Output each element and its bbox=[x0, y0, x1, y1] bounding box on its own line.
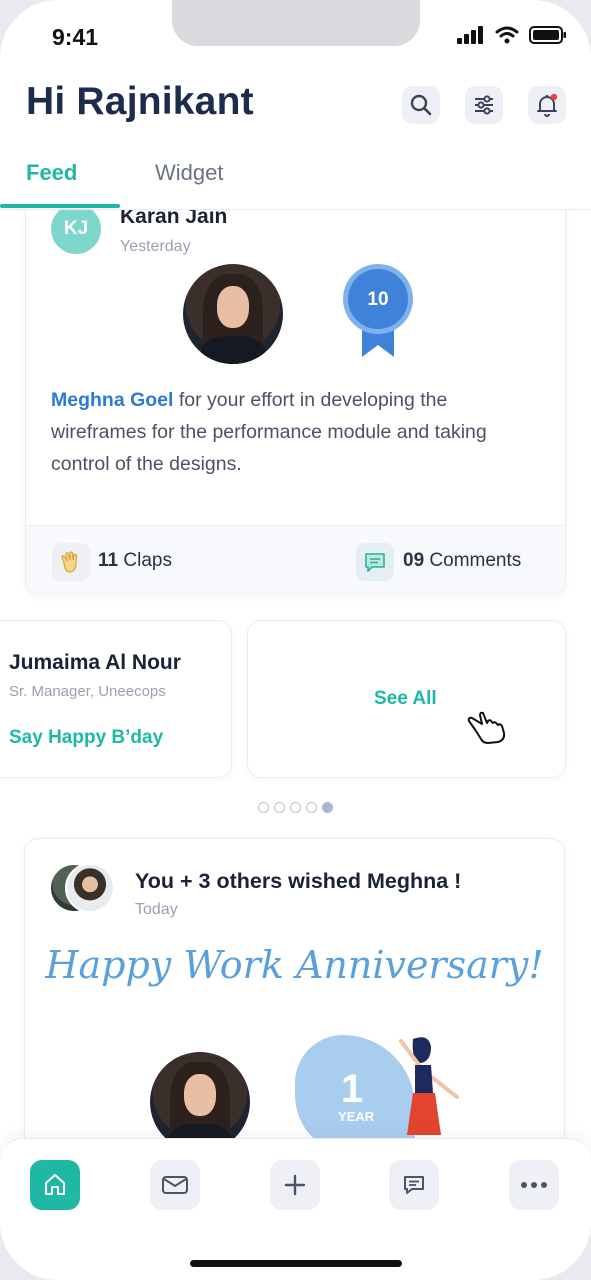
carousel-dots[interactable] bbox=[258, 802, 333, 813]
page-title: Hi Rajnikant bbox=[26, 80, 254, 123]
bell-icon bbox=[537, 93, 558, 117]
birthday-person-name: Jumaima Al Nour bbox=[9, 651, 181, 674]
claps-count: 11 Claps bbox=[98, 550, 172, 571]
wish-title: You + 3 others wished Meghna ! bbox=[135, 869, 462, 893]
battery-icon bbox=[529, 26, 566, 44]
plus-icon bbox=[284, 1174, 306, 1196]
birthday-person-role: Sr. Manager, Uneecops bbox=[9, 683, 166, 700]
mention-link[interactable]: Meghna Goel bbox=[51, 389, 173, 411]
comment-icon bbox=[365, 553, 385, 572]
recognition-post-card: KJ Karan Jain Yesterday 10 Meghna Goel f… bbox=[25, 210, 566, 596]
tab-feed[interactable]: Feed bbox=[26, 160, 77, 186]
wifi-icon bbox=[495, 26, 519, 44]
post-time: Yesterday bbox=[120, 238, 191, 255]
pointing-hand-icon bbox=[467, 711, 506, 744]
carousel-dot[interactable] bbox=[290, 802, 301, 813]
carousel-dot[interactable] bbox=[258, 802, 269, 813]
signal-icon bbox=[457, 26, 483, 44]
carousel-dot[interactable] bbox=[306, 802, 317, 813]
clap-button[interactable] bbox=[52, 543, 90, 581]
search-button[interactable] bbox=[402, 86, 440, 124]
feed-scroll[interactable]: KJ Karan Jain Yesterday 10 Meghna Goel f… bbox=[0, 210, 591, 1140]
clap-icon bbox=[61, 551, 78, 573]
tab-bar: Feed Widget bbox=[0, 150, 591, 210]
see-all-card[interactable]: See All bbox=[247, 620, 566, 778]
wish-time: Today bbox=[135, 901, 178, 918]
badge-value: 10 bbox=[367, 289, 388, 310]
active-tab-indicator bbox=[0, 204, 120, 208]
author-name[interactable]: Karan Jain bbox=[120, 210, 227, 229]
author-avatar: KJ bbox=[51, 210, 101, 254]
comment-button[interactable] bbox=[356, 543, 394, 581]
home-indicator bbox=[190, 1260, 402, 1267]
status-time: 9:41 bbox=[52, 24, 99, 50]
anniversary-post-card: You + 3 others wished Meghna ! Today Hap… bbox=[24, 838, 565, 1140]
filter-button[interactable] bbox=[465, 86, 503, 124]
avatar-stack bbox=[49, 863, 119, 917]
sliders-icon bbox=[475, 95, 493, 115]
post-actions: 11 Claps 09 Comments bbox=[26, 525, 565, 596]
more-icon bbox=[521, 1182, 547, 1188]
status-icons bbox=[457, 26, 567, 44]
anniversary-person-photo bbox=[150, 1052, 250, 1140]
mail-icon bbox=[162, 1176, 188, 1194]
avatar bbox=[65, 863, 115, 913]
nav-home[interactable] bbox=[30, 1160, 80, 1210]
comments-count: 09 Comments bbox=[403, 550, 522, 571]
nav-add[interactable] bbox=[270, 1160, 320, 1210]
nav-messages[interactable] bbox=[389, 1160, 439, 1210]
tab-widget[interactable]: Widget bbox=[155, 160, 223, 186]
bottom-navigation bbox=[0, 1138, 591, 1280]
notch bbox=[172, 0, 420, 46]
birthday-card: Jumaima Al Nour Sr. Manager, Uneecops Sa… bbox=[0, 620, 232, 778]
award-ribbon-icon: 10 bbox=[343, 264, 413, 357]
phone-screen: 9:41 Hi Rajnikant Feed Widget KJ Karan J… bbox=[0, 0, 591, 1280]
carousel-dot-active[interactable] bbox=[322, 802, 333, 813]
years-label: YEAR bbox=[338, 1109, 375, 1124]
home-icon bbox=[45, 1174, 65, 1195]
see-all-link[interactable]: See All bbox=[374, 688, 437, 710]
search-icon bbox=[410, 94, 432, 116]
notifications-button[interactable] bbox=[528, 86, 566, 124]
say-happy-bday-link[interactable]: Say Happy B’day bbox=[9, 727, 163, 749]
anniversary-headline: Happy Work Anniversary! bbox=[45, 943, 544, 987]
carousel-dot[interactable] bbox=[274, 802, 285, 813]
celebrating-woman-illustration bbox=[399, 1037, 459, 1135]
nav-more[interactable] bbox=[509, 1160, 559, 1210]
recipient-photo bbox=[183, 264, 283, 364]
years-count: 1 bbox=[341, 1067, 364, 1111]
post-body: Meghna Goel for your effort in developin… bbox=[51, 384, 546, 480]
nav-mail[interactable] bbox=[150, 1160, 200, 1210]
chat-icon bbox=[404, 1176, 424, 1194]
